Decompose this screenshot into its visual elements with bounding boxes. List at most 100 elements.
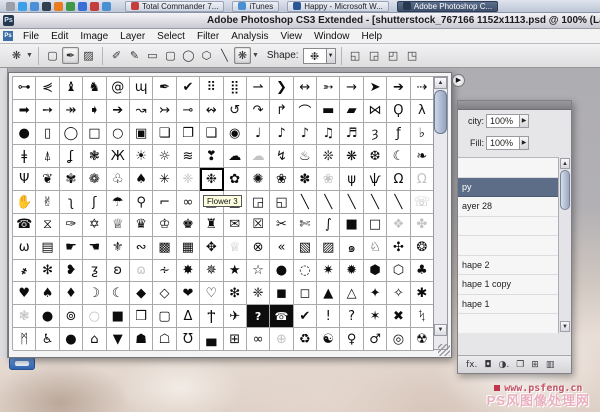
taskbar-button[interactable]: Happy - Microsoft W... (287, 0, 389, 12)
shape-cell[interactable]: ♦ (59, 282, 84, 306)
shape-cell[interactable]: ƒ (387, 122, 411, 146)
shape-cell[interactable]: ♥ (13, 282, 37, 306)
shape-cell[interactable]: ȝ (363, 122, 388, 146)
shape-cell[interactable]: ◯ (59, 122, 84, 146)
shape-cell[interactable]: ➤ (363, 77, 388, 100)
shape-cell[interactable]: ✷ (317, 259, 341, 283)
shape-cell[interactable]: ✽ (293, 168, 318, 192)
shape-cell[interactable]: ❯ (270, 77, 294, 100)
photoshop-icon[interactable] (42, 1, 51, 11)
shape-tool-button-5[interactable]: ⬡ (198, 47, 215, 64)
shape-tool-button-7[interactable]: ❋ (233, 47, 251, 64)
shape-cell[interactable]: ✺ (246, 168, 271, 192)
shape-cell[interactable]: ❇ (223, 282, 247, 306)
shape-cell[interactable]: Ψ (13, 168, 37, 192)
shape-cell[interactable]: ♞ (83, 77, 107, 100)
taskbar-button[interactable]: Adobe Photoshop C... (396, 0, 499, 12)
layers-scroll-down[interactable]: ▼ (560, 321, 570, 332)
shape-cell[interactable]: ⊗ (246, 236, 271, 260)
shape-cell[interactable]: ➔ (387, 77, 411, 100)
shape-cell[interactable]: ▩ (153, 236, 177, 260)
shape-picker-arrow[interactable]: ▼ (326, 47, 336, 64)
shape-cell[interactable]: ■ (106, 305, 130, 329)
shape-cell[interactable]: ✈ (223, 305, 247, 329)
shape-cell[interactable]: ⊶ (13, 77, 37, 100)
shape-tool-button-4[interactable]: ◯ (180, 47, 197, 64)
layers-scroll-up[interactable]: ▲ (560, 158, 570, 169)
shape-cell[interactable]: ☂ (106, 191, 130, 214)
shape-cell[interactable]: ▦ (176, 236, 201, 260)
menu-filter[interactable]: Filter (191, 29, 225, 44)
shape-cell[interactable]: ● (13, 122, 37, 146)
shape-cell[interactable]: ▲ (317, 282, 341, 306)
shape-cell[interactable]: ☼ (153, 145, 177, 169)
shape-cell[interactable]: ✵ (200, 259, 224, 283)
shape-cell[interactable]: ❖ (387, 213, 411, 237)
shape-cell[interactable]: ∞ (246, 328, 271, 351)
menu-help[interactable]: Help (356, 29, 389, 44)
shape-cell[interactable]: ʆ (59, 145, 84, 169)
shape-cell[interactable]: ♻ (293, 328, 318, 351)
opacity-stepper[interactable]: ▶ (520, 114, 529, 128)
shape-cell[interactable]: ◎ (387, 328, 411, 351)
shape-cell[interactable]: ❏ (153, 122, 177, 146)
shape-cell[interactable]: ▨ (317, 236, 341, 260)
shape-cell[interactable]: ▰ (340, 99, 364, 123)
delete-layer-icon[interactable]: ▥ (546, 360, 555, 370)
shape-cell[interactable]: ❑ (200, 122, 224, 146)
shape-cell[interactable]: ψ (340, 168, 364, 192)
shape-cell[interactable]: □ (83, 122, 107, 146)
combine-button-1[interactable]: ◲ (366, 47, 383, 64)
shape-cell[interactable]: ❃ (13, 305, 37, 329)
menu-file[interactable]: File (17, 29, 45, 44)
illustrator-icon[interactable] (54, 1, 63, 11)
shape-cell[interactable]: ☚ (83, 236, 107, 260)
shape-tool-button-0[interactable]: ✐ (108, 47, 125, 64)
shape-cell[interactable]: ❊ (317, 145, 341, 169)
shape-cell[interactable]: Ж (106, 145, 130, 169)
shape-cell[interactable]: ⋈ (363, 99, 388, 123)
shape-cell[interactable]: ? (340, 305, 364, 329)
layer-row[interactable]: hape 1 (458, 295, 571, 314)
shape-cell[interactable]: ♿ (36, 328, 60, 351)
shape-cell[interactable]: ☀ (129, 145, 154, 169)
draw-mode-button-0[interactable]: ▢ (44, 47, 61, 64)
shape-cell[interactable]: ♡ (200, 282, 224, 306)
shape-cell[interactable]: ❐ (176, 122, 201, 146)
geometry-options-arrow[interactable]: ▼ (252, 52, 259, 59)
itunes-icon[interactable] (102, 1, 111, 11)
shape-cell[interactable]: ✄ (293, 213, 318, 237)
menu-window[interactable]: Window (308, 29, 356, 44)
shape-cell[interactable]: ➡ (13, 99, 37, 123)
shape-cell[interactable]: ⌒ (293, 99, 318, 123)
shape-cell[interactable]: ๑ (340, 236, 364, 260)
shape-cell[interactable]: ☏ (410, 191, 434, 214)
shape-cell[interactable]: ♝ (59, 77, 84, 100)
shape-cell[interactable]: ҂ (13, 259, 37, 283)
shape-cell[interactable]: ✦ (363, 282, 388, 306)
shape-cell[interactable]: ◆ (129, 282, 154, 306)
shape-cell[interactable]: ↭ (200, 99, 224, 123)
shape-cell[interactable]: ❋ (340, 145, 364, 169)
shape-cell[interactable]: Ω (410, 168, 434, 192)
menu-image[interactable]: Image (74, 29, 114, 44)
menu-layer[interactable]: Layer (114, 29, 151, 44)
shape-cell[interactable]: ✔ (176, 77, 201, 100)
layer-row[interactable]: hape 2 (458, 256, 571, 275)
shape-cell[interactable]: ○ (83, 305, 107, 329)
shape-cell[interactable]: ♜ (200, 213, 224, 237)
browser-icon[interactable] (18, 1, 27, 11)
green-app-icon[interactable] (66, 1, 75, 11)
shape-cell[interactable]: ╲ (317, 191, 341, 214)
shape-cell[interactable]: ⧖ (36, 213, 60, 237)
shape-cell[interactable]: ◇ (153, 282, 177, 306)
shape-cell[interactable]: ✻ (36, 259, 60, 283)
fill-value[interactable]: 100% (486, 136, 520, 150)
shape-cell[interactable]: ♪ (293, 122, 318, 146)
shape-cell[interactable]: ⌐ (153, 191, 177, 214)
shape-cell[interactable]: ♚ (176, 213, 201, 237)
player-icon[interactable] (30, 1, 39, 11)
shape-cell[interactable]: ♕ (223, 236, 247, 260)
shape-cell[interactable]: ☎ (13, 213, 37, 237)
shape-cell[interactable]: ♧ (106, 168, 130, 192)
